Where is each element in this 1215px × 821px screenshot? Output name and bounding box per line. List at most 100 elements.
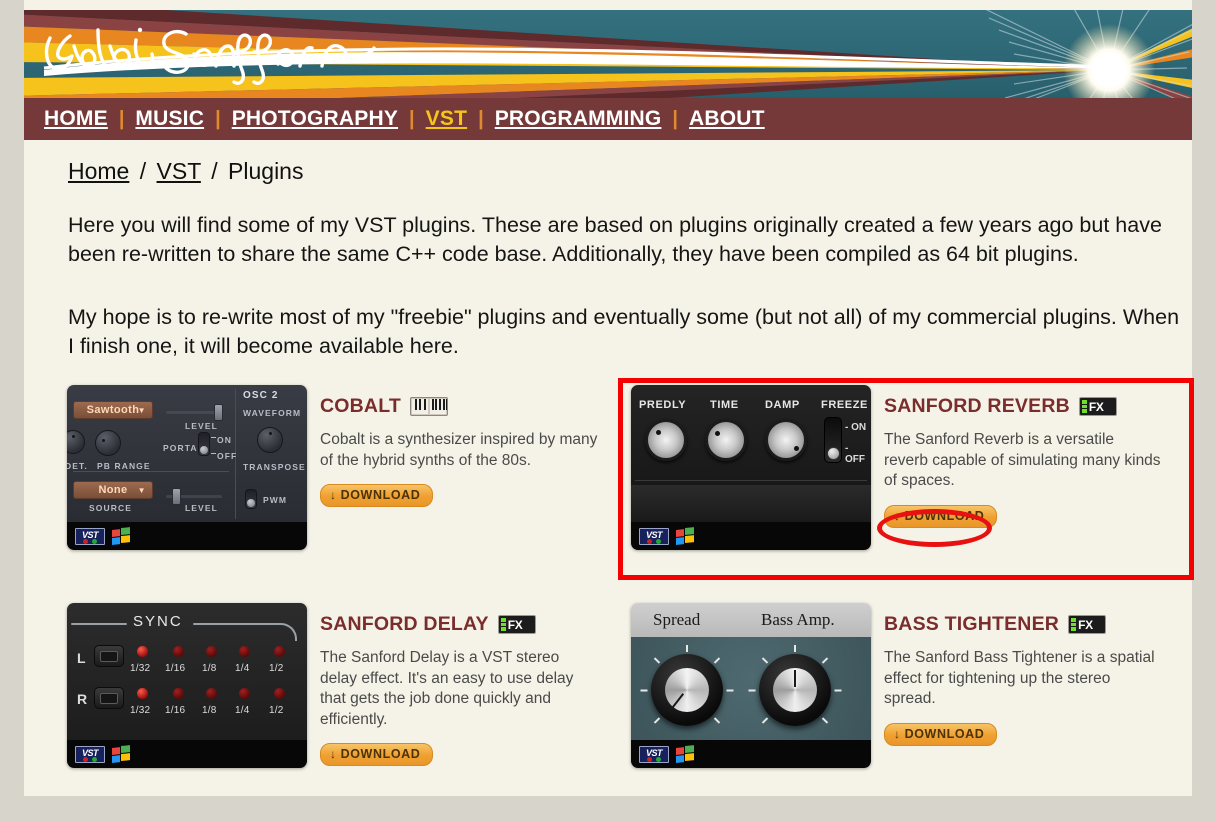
plugin-screenshot-sanford-delay[interactable]: SYNC L 1/32 1/16 1/8 1/4 1/2 R 1/32 1/16… [67, 603, 307, 768]
intro-paragraph-1: Here you will find some of my VST plugin… [68, 213, 1162, 266]
plugin-description-sanford-reverb: The Sanford Reverb is a versatile reverb… [884, 431, 1161, 489]
vst-icon: VST [75, 745, 105, 763]
plugin-title-line: BASS TIGHTENER FX [884, 613, 1181, 636]
nav-separator: | [409, 107, 415, 130]
delay-led-l-5 [274, 646, 285, 657]
bass-tightener-header: Spread Bass Amp. [631, 603, 871, 637]
download-label: DOWNLOAD [904, 726, 985, 741]
fx-icon: FX [1078, 397, 1117, 416]
delay-div-l-5: 1/2 [269, 663, 284, 674]
delay-led-r-1 [137, 688, 148, 699]
plugin-title-sanford-delay: SANFORD DELAY [320, 613, 489, 635]
cobalt-knob-detune[interactable] [67, 430, 85, 454]
plugin-row: OSC 2 WAVEFORM TRANSPOSE PWM Sawtooth ▼ … [44, 385, 1192, 603]
plugin-info: COBALT Cobalt is a synthesizer inspired … [307, 385, 617, 550]
breadcrumb-separator: / [211, 158, 218, 184]
delay-div-l-1: 1/32 [130, 663, 151, 674]
delay-led-r-2 [173, 688, 184, 699]
reverb-switch-freeze[interactable] [824, 417, 842, 463]
delay-led-r-5 [274, 688, 285, 699]
cobalt-switch-porta[interactable] [198, 432, 210, 456]
chevron-down-icon: ▼ [137, 405, 146, 415]
cobalt-combo-waveform[interactable]: Sawtooth ▼ [73, 401, 153, 419]
plugin-card-sanford-reverb: PREDLY TIME DAMP FREEZE - ON - OFF VST S… [631, 385, 1181, 550]
reverb-label-freeze: FREEZE [821, 399, 868, 411]
bass-knob-spread[interactable] [651, 654, 723, 726]
platform-badges: VST [67, 740, 307, 768]
cobalt-switch-pwm[interactable] [245, 489, 257, 509]
delay-button-left[interactable] [94, 645, 124, 667]
cobalt-knob-pbrange[interactable] [95, 430, 121, 456]
delay-div-r-4: 1/4 [235, 705, 250, 716]
delay-label-sync: SYNC [133, 613, 183, 630]
plugin-card-cobalt: OSC 2 WAVEFORM TRANSPOSE PWM Sawtooth ▼ … [67, 385, 617, 550]
main-navigation: HOME | MUSIC | PHOTOGRAPHY | VST | PROGR… [24, 98, 1192, 140]
nav-item-music[interactable]: MUSIC [135, 107, 204, 131]
cobalt-label-level: LEVEL [185, 421, 218, 431]
delay-div-l-3: 1/8 [202, 663, 217, 674]
breadcrumb-separator: / [139, 158, 147, 184]
nav-item-vst[interactable]: VST [426, 107, 467, 131]
nav-item-about[interactable]: ABOUT [689, 107, 765, 131]
plugin-screenshot-cobalt[interactable]: OSC 2 WAVEFORM TRANSPOSE PWM Sawtooth ▼ … [67, 385, 307, 550]
delay-led-r-3 [206, 688, 217, 699]
cobalt-label-pwm: PWM [263, 495, 288, 505]
reverb-switch-off-label: - OFF [845, 443, 865, 465]
plugin-description-sanford-delay: The Sanford Delay is a VST stereo delay … [320, 649, 574, 728]
windows-icon [112, 744, 131, 764]
cobalt-label-osc2: OSC 2 [243, 390, 279, 401]
delay-led-l-2 [173, 646, 184, 657]
intro-paragraph-2: My hope is to re-write most of my "freeb… [68, 305, 1180, 358]
breadcrumb-item-plugins: Plugins [228, 158, 304, 184]
nav-item-photography[interactable]: PHOTOGRAPHY [232, 107, 398, 131]
cobalt-label-pbrange: PB RANGE [97, 461, 151, 471]
plugin-card-bass-tightener: Spread Bass Amp. VST BASS TIGHTENER FX T… [631, 603, 1181, 768]
plugin-info: SANFORD DELAY FX The Sanford Delay is a … [307, 603, 617, 768]
page-content: Home / VST / Plugins Here you will find … [44, 140, 1192, 361]
bass-knob-bassamp[interactable] [759, 654, 831, 726]
windows-icon [676, 526, 695, 546]
reverb-label-time: TIME [710, 399, 739, 411]
plugin-title-line: COBALT [320, 395, 617, 418]
chevron-down-icon: ▼ [137, 485, 146, 495]
cobalt-label-on: ON [217, 435, 232, 445]
nav-item-programming[interactable]: PROGRAMMING [495, 107, 662, 131]
nav-item-home[interactable]: HOME [44, 107, 108, 131]
reverb-knob-time[interactable] [705, 419, 747, 461]
plugin-title-sanford-reverb: SANFORD REVERB [884, 395, 1070, 417]
cobalt-knob-waveform[interactable] [257, 427, 283, 453]
vst-icon: VST [75, 527, 105, 545]
download-button-sanford-delay[interactable]: ↓ DOWNLOAD [320, 743, 434, 766]
site-logo[interactable] [36, 16, 376, 90]
download-arrow-icon: ↓ [330, 747, 337, 761]
plugin-title-line: SANFORD REVERB FX [884, 395, 1181, 418]
breadcrumb-item-home[interactable]: Home [68, 158, 129, 184]
cobalt-label-porta: PORTA. [163, 443, 202, 453]
reverb-knob-predly[interactable] [645, 419, 687, 461]
cobalt-label-waveform: WAVEFORM [243, 408, 302, 418]
fx-icon: FX [497, 615, 536, 634]
plugin-screenshot-sanford-reverb[interactable]: PREDLY TIME DAMP FREEZE - ON - OFF VST [631, 385, 871, 550]
delay-led-l-4 [239, 646, 250, 657]
delay-led-l-3 [206, 646, 217, 657]
breadcrumb-item-vst[interactable]: VST [157, 158, 201, 184]
delay-div-r-5: 1/2 [269, 705, 284, 716]
vst-icon: VST [639, 745, 669, 763]
reverb-knob-damp[interactable] [765, 419, 807, 461]
download-button-sanford-reverb[interactable]: ↓ DOWNLOAD [884, 504, 998, 528]
windows-icon [112, 526, 131, 546]
delay-button-right[interactable] [94, 687, 124, 709]
plugin-row: SYNC L 1/32 1/16 1/8 1/4 1/2 R 1/32 1/16… [44, 603, 1192, 821]
keyboard-icon [410, 397, 448, 416]
cobalt-combo-waveform-value: Sawtooth [86, 404, 140, 416]
plugin-screenshot-bass-tightener[interactable]: Spread Bass Amp. VST [631, 603, 871, 768]
breadcrumb: Home / VST / Plugins [68, 158, 1192, 185]
reverb-label-predly: PREDLY [639, 399, 687, 411]
delay-div-r-3: 1/8 [202, 705, 217, 716]
download-arrow-icon: ↓ [894, 726, 901, 741]
cobalt-combo-source[interactable]: None ▼ [73, 481, 153, 499]
download-button-cobalt[interactable]: ↓ DOWNLOAD [320, 484, 434, 507]
download-button-bass-tightener[interactable]: ↓ DOWNLOAD [884, 722, 998, 746]
plugin-description-cobalt: Cobalt is a synthesizer inspired by many… [320, 431, 598, 469]
reverb-switch-on-label: - ON [845, 422, 867, 433]
